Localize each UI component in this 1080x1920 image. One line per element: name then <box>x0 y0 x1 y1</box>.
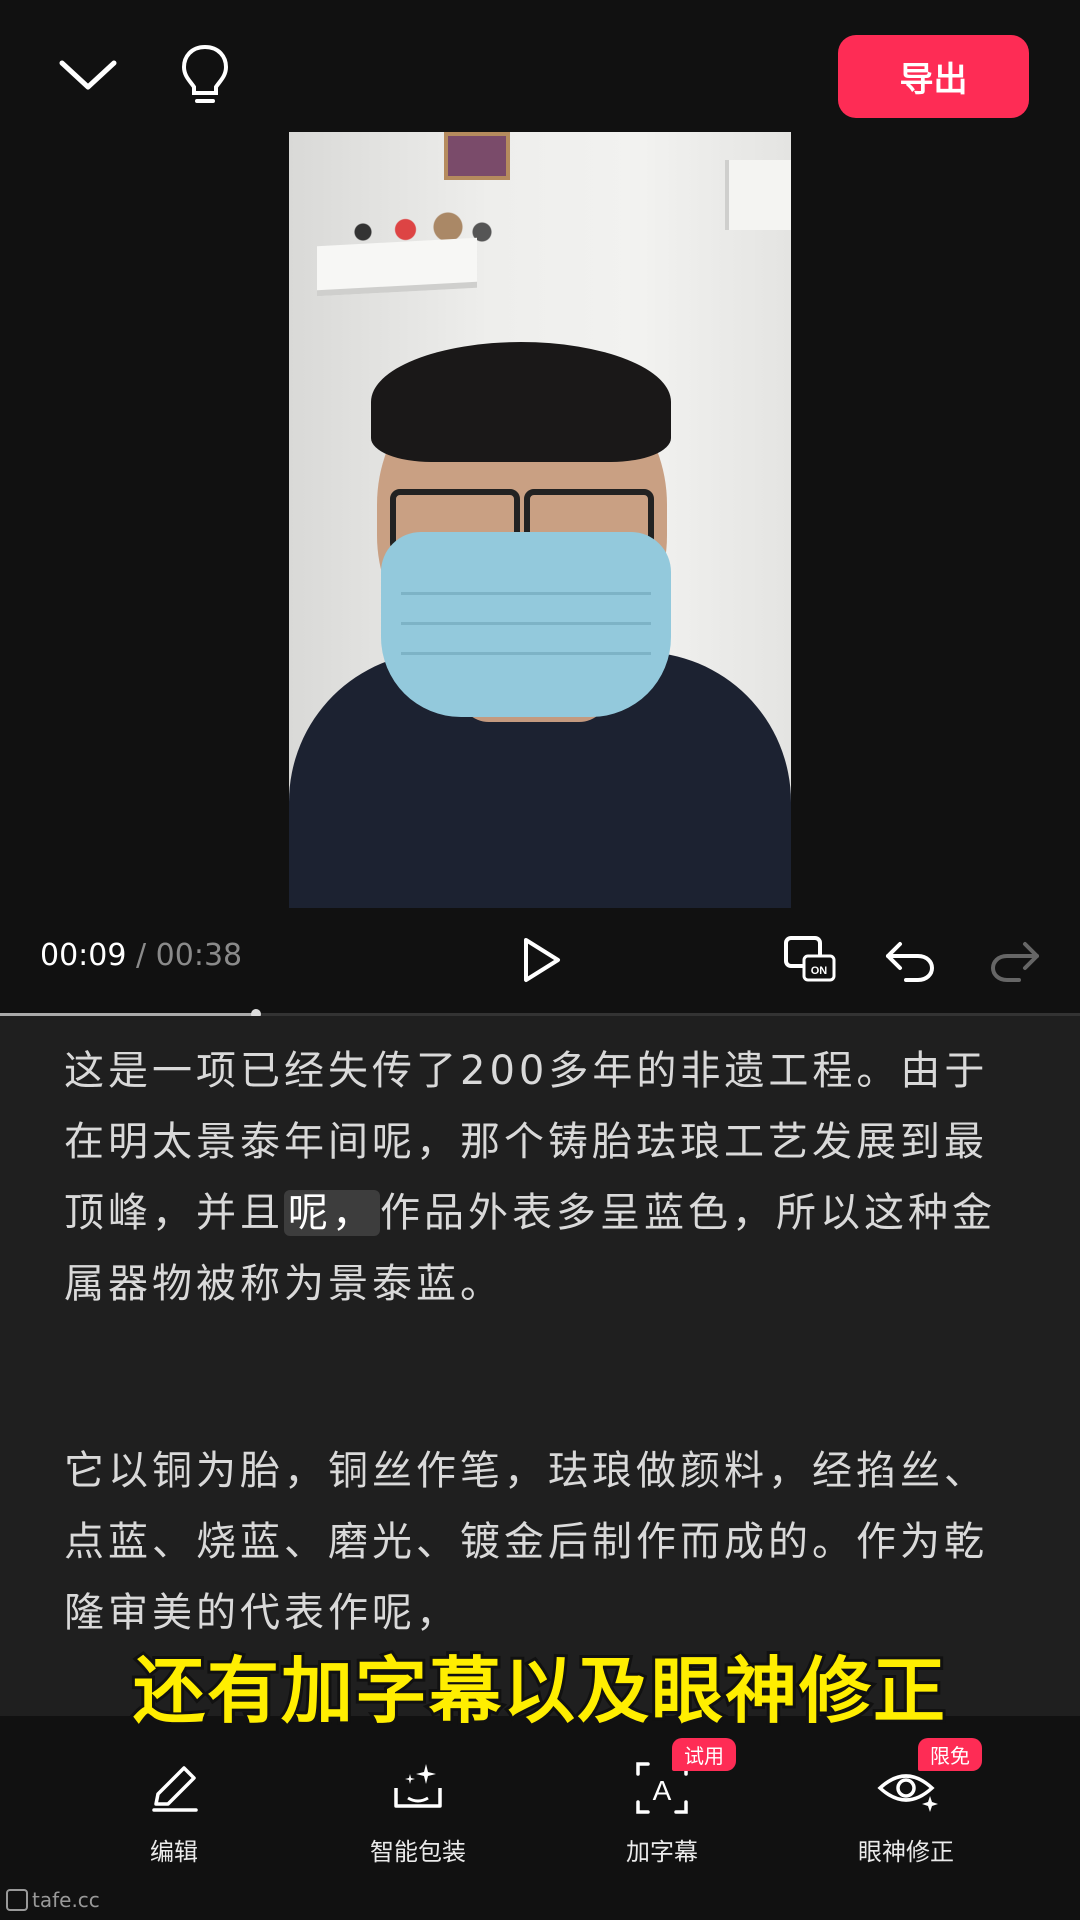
export-button[interactable]: 导出 <box>838 35 1029 118</box>
edit-button[interactable]: 编辑 <box>74 1758 274 1878</box>
watermark-logo-icon <box>6 1889 28 1911</box>
wall-shelf <box>317 237 477 297</box>
face-mask <box>381 532 671 717</box>
transcript-panel[interactable]: 这是一项已经失传了200多年的非遗工程。由于在明太景泰年间呢，那个铸胎珐琅工艺发… <box>0 1016 1080 1716</box>
tool-label: 眼神修正 <box>858 1838 954 1866</box>
transcript-highlight[interactable]: 呢， <box>284 1190 380 1236</box>
smart-package-button[interactable]: 智能包装 <box>318 1758 518 1878</box>
svg-text:A: A <box>653 1775 672 1806</box>
transcript-paragraph[interactable]: 它以铜为胎，铜丝作笔，珐琅做颜料，经掐丝、点蓝、烧蓝、磨光、镀金后制作而成的。作… <box>64 1436 1024 1649</box>
lightbulb-icon[interactable] <box>175 40 235 110</box>
svg-text:ON: ON <box>811 965 828 977</box>
chevron-down-icon[interactable] <box>55 45 120 105</box>
subtitle-toggle-icon[interactable]: ON <box>780 930 840 990</box>
time-separator: / <box>136 938 147 973</box>
watermark-text: tafe.cc <box>32 1888 100 1912</box>
tool-label: 编辑 <box>150 1838 198 1866</box>
playback-controls: 00:09 / 00:38 ON <box>0 920 1080 1000</box>
eye-correction-button[interactable]: 限免 眼神修正 <box>806 1738 1006 1878</box>
redo-icon[interactable] <box>985 930 1045 990</box>
magic-box-icon <box>388 1758 448 1818</box>
person-hair <box>371 342 671 462</box>
wall-shelf-right <box>725 160 791 230</box>
transcript-paragraph[interactable]: 这是一项已经失传了200多年的非遗工程。由于在明太景泰年间呢，那个铸胎珐琅工艺发… <box>64 1036 1024 1320</box>
pencil-icon <box>144 1758 204 1818</box>
add-captions-button[interactable]: 试用 A 加字幕 <box>562 1738 762 1878</box>
tool-label: 加字幕 <box>626 1838 698 1866</box>
tool-label: 智能包装 <box>370 1838 466 1866</box>
play-icon[interactable] <box>510 930 570 990</box>
current-time: 00:09 <box>40 938 127 973</box>
wall-picture <box>444 132 510 180</box>
free-badge: 限免 <box>918 1738 982 1771</box>
video-preview[interactable] <box>289 132 791 908</box>
total-time: 00:38 <box>155 938 243 973</box>
undo-icon[interactable] <box>880 930 940 990</box>
caption-overlay: 还有加字幕以及眼神修正 <box>130 1646 948 1736</box>
transcript-text: 它以铜为胎，铜丝作笔，珐琅做颜料，经掐丝、点蓝、烧蓝、磨光、镀金后制作而成的。作… <box>64 1448 988 1636</box>
bottom-toolbar: 编辑 智能包装 试用 A 加字幕 限免 眼神修正 <box>0 1738 1080 1900</box>
watermark: tafe.cc <box>6 1888 100 1912</box>
trial-badge: 试用 <box>672 1738 736 1771</box>
time-display: 00:09 / 00:38 <box>40 938 242 973</box>
top-bar: 导出 <box>0 0 1080 130</box>
